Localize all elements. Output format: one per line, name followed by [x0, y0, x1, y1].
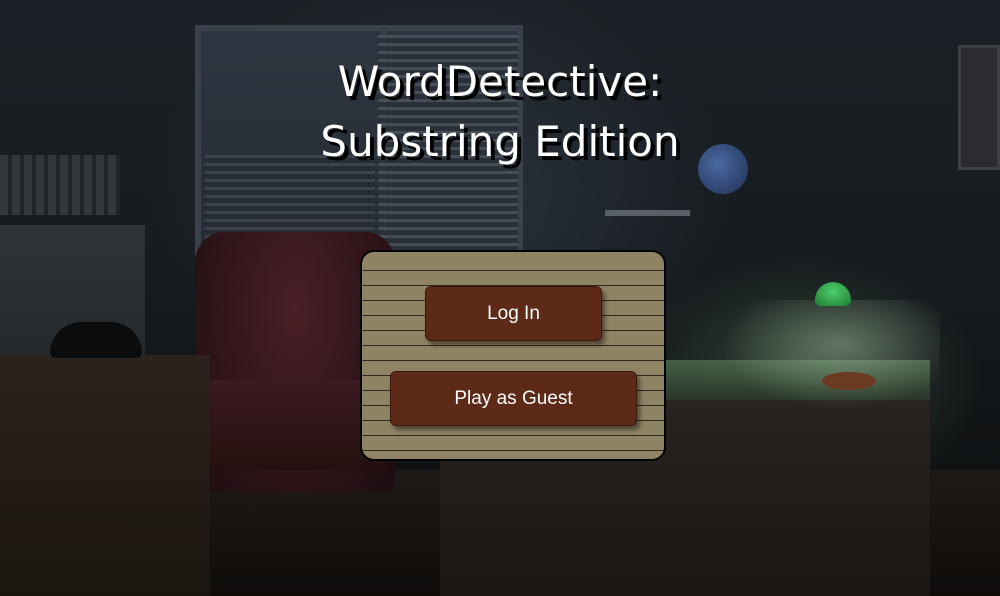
login-button[interactable]: Log In [425, 286, 602, 341]
game-title-line2: Substring Edition [320, 117, 680, 166]
shelf-rack [605, 210, 690, 216]
desk-lamp-icon [815, 282, 851, 306]
menu-panel: Log In Play as Guest [360, 250, 666, 461]
game-screen: WordDetective: Substring Edition Log In … [0, 0, 1000, 596]
play-as-guest-button[interactable]: Play as Guest [390, 371, 637, 426]
game-title-line1: WordDetective: [337, 57, 663, 106]
dresser [0, 355, 210, 596]
armchair-seat [205, 380, 385, 470]
game-title: WordDetective: Substring Edition [0, 52, 1000, 172]
lamp-base [822, 372, 876, 390]
lamp-glow [720, 300, 940, 410]
fedora-hat-icon [50, 322, 142, 358]
